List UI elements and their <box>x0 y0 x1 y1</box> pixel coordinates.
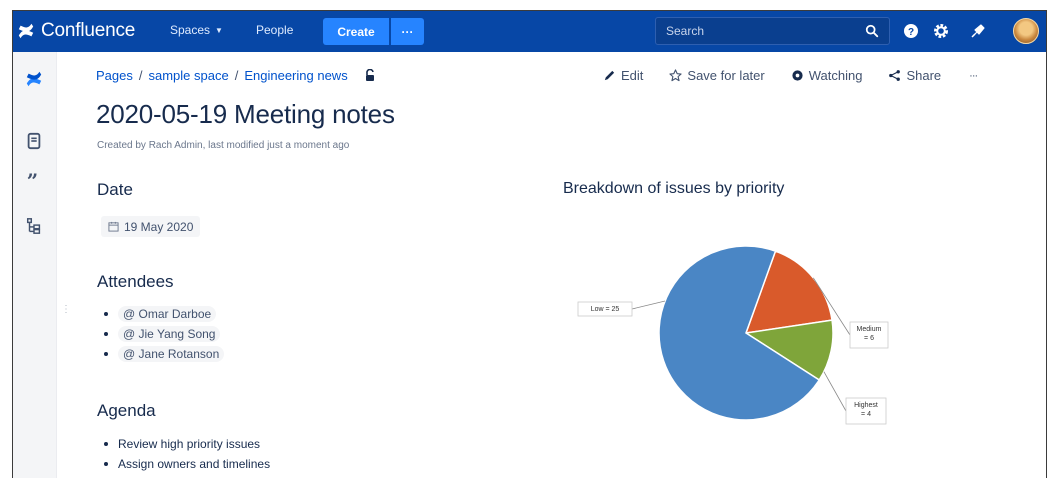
attendees-heading: Attendees <box>97 272 174 291</box>
tree-icon[interactable] <box>25 217 43 235</box>
nav-spaces-label: Spaces <box>170 23 211 37</box>
share-icon <box>889 70 901 81</box>
attendees-list: @ Omar Darboe @ Jie Yang Song @ Jane Rot… <box>103 304 225 364</box>
top-navigation-bar: Confluence Spaces ▼ People Create ··· Se… <box>13 11 1047 52</box>
search-placeholder: Search <box>666 24 705 38</box>
page-actions: Edit Save for later Watching Share ··· <box>603 68 978 83</box>
pie-data-label-low: Low = 25 <box>591 306 620 313</box>
pages-icon[interactable] <box>25 132 43 150</box>
pie-data-label-highest: = 4 <box>861 411 871 418</box>
create-more-button[interactable]: ··· <box>391 18 424 45</box>
svg-text:?: ? <box>908 27 914 38</box>
space-logo-icon[interactable] <box>25 70 43 88</box>
quote-icon[interactable]: ” <box>25 172 43 190</box>
star-icon <box>669 69 683 82</box>
date-lozenge[interactable]: 19 May 2020 <box>101 216 201 237</box>
search-input[interactable]: Search <box>655 17 890 45</box>
left-sidebar: ” <box>13 52 57 478</box>
share-label: Share <box>906 68 942 83</box>
settings-icon[interactable] <box>933 23 949 39</box>
calendar-icon <box>108 221 119 232</box>
date-heading: Date <box>97 180 133 199</box>
breadcrumb-engineering-news[interactable]: Engineering news <box>244 68 347 83</box>
chevron-down-icon: ▼ <box>215 25 223 35</box>
save-for-later-label: Save for later <box>687 68 765 83</box>
pie-chart: Low = 25 Medium = 6 Highest = 4 <box>577 245 889 425</box>
sidebar-resize-handle[interactable]: ⋮ <box>61 304 71 315</box>
pencil-icon <box>604 70 615 81</box>
share-button[interactable]: Share <box>888 68 941 83</box>
confluence-home-link[interactable]: Confluence <box>17 17 135 45</box>
user-mention[interactable]: @ Jie Yang Song <box>118 326 221 342</box>
page-byline: Created by Rach Admin, last modified jus… <box>97 140 350 151</box>
save-for-later-button[interactable]: Save for later <box>669 68 765 83</box>
breadcrumb-separator: / <box>234 68 239 83</box>
list-item: @ Omar Darboe <box>103 304 224 324</box>
edit-label: Edit <box>621 68 644 83</box>
user-mention[interactable]: @ Omar Darboe <box>118 306 217 322</box>
list-item: @ Jane Rotanson <box>103 344 225 364</box>
watching-label: Watching <box>808 68 863 83</box>
page-title: 2020-05-19 Meeting notes <box>96 99 395 129</box>
breadcrumb-sample-space[interactable]: sample space <box>149 68 229 83</box>
agenda-list: Review high priority issues Assign owner… <box>103 434 270 474</box>
pie-leader-line-low <box>631 300 666 310</box>
svg-text:”: ” <box>27 172 38 190</box>
create-button[interactable]: Create <box>323 18 389 45</box>
breadcrumb-pages[interactable]: Pages <box>96 68 133 83</box>
nav-spaces-menu[interactable]: Spaces ▼ <box>170 23 223 37</box>
nav-people-link[interactable]: People <box>256 23 293 37</box>
pie-data-label-medium: = 6 <box>864 335 874 342</box>
breadcrumb-separator: / <box>138 68 143 83</box>
more-actions-button[interactable]: ··· <box>969 70 978 82</box>
product-name: Confluence <box>41 20 136 41</box>
unlock-icon[interactable] <box>364 69 376 82</box>
eye-icon <box>792 70 803 81</box>
list-item: @ Jie Yang Song <box>103 324 224 344</box>
pie-data-label-highest: Highest <box>854 402 878 409</box>
notifications-icon[interactable] <box>970 23 986 39</box>
chart-title: Breakdown of issues by priority <box>563 180 785 197</box>
help-icon[interactable]: ? <box>903 23 919 39</box>
breadcrumb: Pages / sample space / Engineering news <box>96 68 376 83</box>
search-icon <box>865 24 879 38</box>
date-value: 19 May 2020 <box>124 219 194 234</box>
list-item: Assign owners and timelines <box>103 454 270 474</box>
pie-data-label-medium: Medium <box>857 326 882 333</box>
user-avatar[interactable] <box>1013 18 1039 44</box>
edit-button[interactable]: Edit <box>603 68 643 83</box>
pie-leader-line-highest <box>823 371 847 412</box>
list-item: Review high priority issues <box>103 434 270 454</box>
confluence-logo-icon <box>18 23 34 39</box>
user-mention[interactable]: @ Jane Rotanson <box>118 346 225 362</box>
watching-button[interactable]: Watching <box>791 68 863 83</box>
agenda-heading: Agenda <box>97 401 156 420</box>
